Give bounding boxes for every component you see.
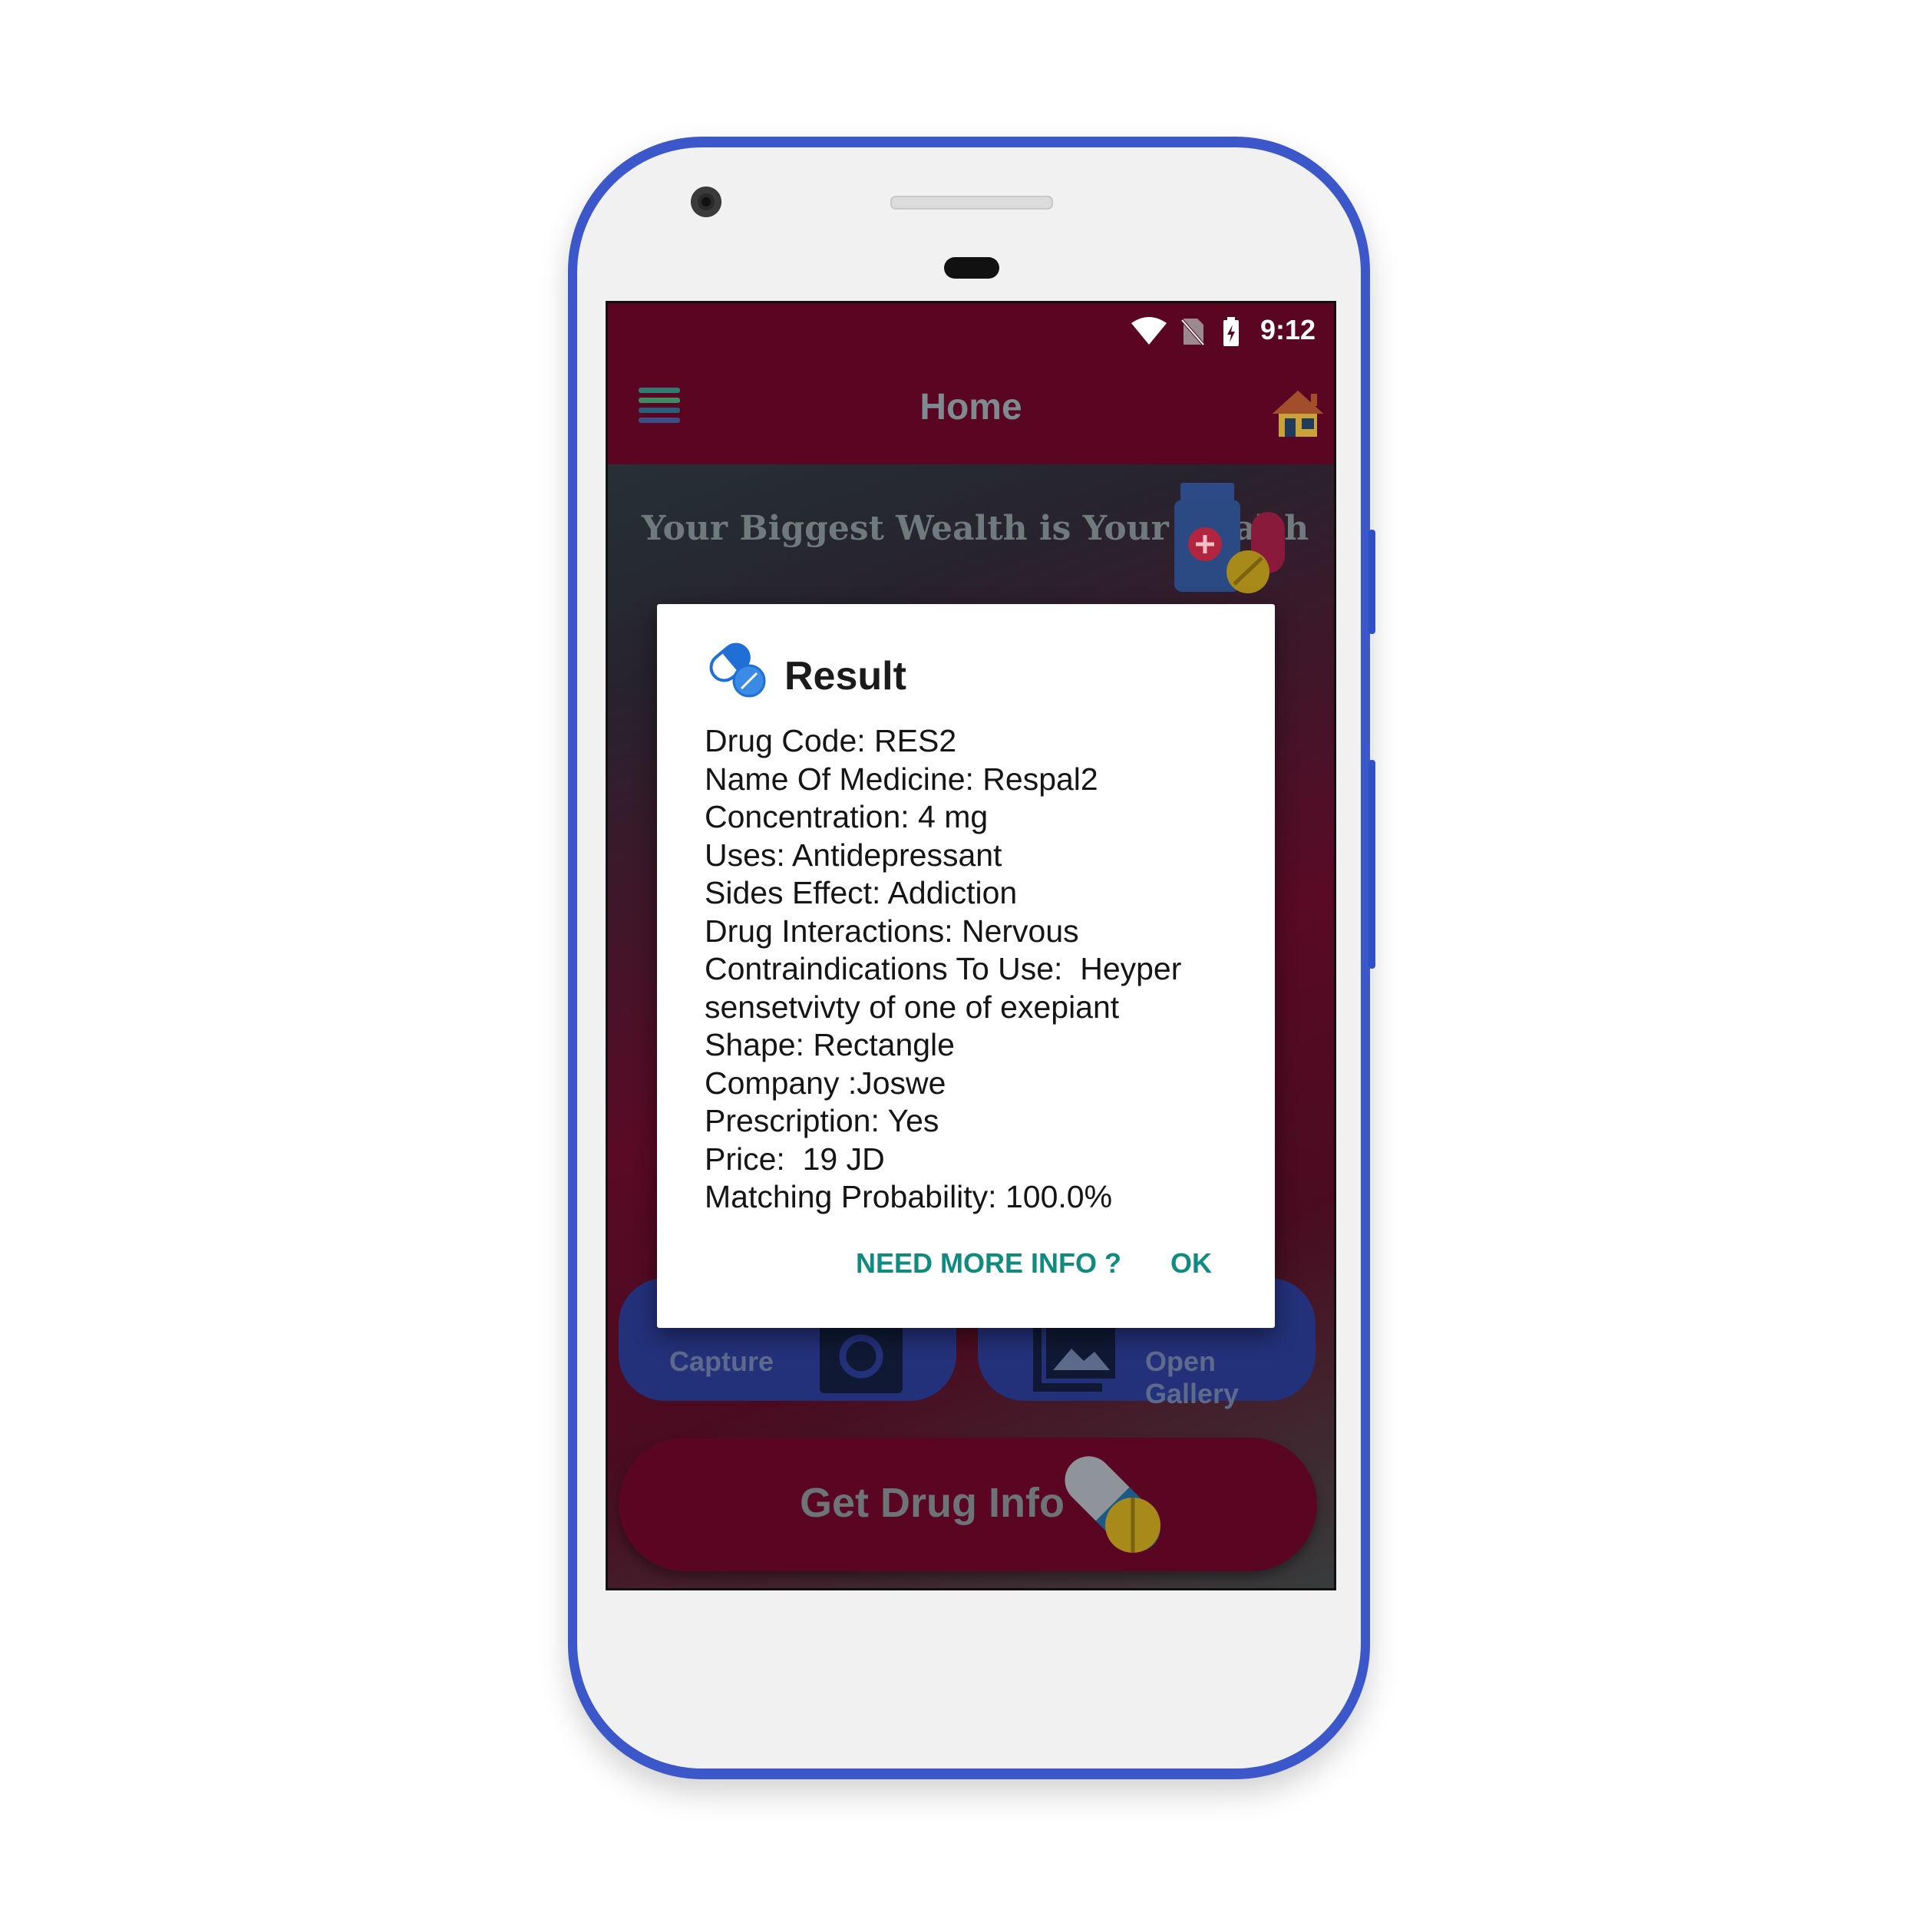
wifi-icon bbox=[1131, 317, 1167, 345]
medicine-name-line: Name Of Medicine: Respal2 bbox=[705, 761, 1098, 797]
drug-interactions-line: Drug Interactions: Nervous bbox=[705, 913, 1079, 949]
status-time: 9:12 bbox=[1259, 314, 1316, 345]
get-drug-info-label: Get Drug Info bbox=[800, 1480, 1065, 1526]
side-effect-line: Sides Effect: Addiction bbox=[705, 875, 1018, 910]
company-line: Company :Joswe bbox=[705, 1065, 946, 1101]
need-more-info-button[interactable]: NEED MORE INFO ? bbox=[856, 1247, 1121, 1280]
no-sim-icon bbox=[1180, 319, 1205, 346]
power-button bbox=[1368, 530, 1375, 634]
concentration-line: Concentration: 4 mg bbox=[705, 799, 989, 834]
status-bar: 9:12 bbox=[608, 303, 1334, 357]
contraindications-line-continued: sensetvivty of one of exepiant bbox=[705, 989, 1120, 1025]
earpiece-speaker bbox=[890, 196, 1053, 210]
open-gallery-label: Open Gallery bbox=[1145, 1346, 1240, 1409]
pills-icon bbox=[1065, 1456, 1160, 1553]
volume-button bbox=[1368, 760, 1375, 969]
proximity-sensor bbox=[944, 257, 999, 279]
app-title: Home bbox=[919, 387, 1022, 428]
phone-screen: 9:12 Home Your Biggest Wealth is Your He… bbox=[606, 301, 1336, 1590]
prescription-line: Prescription: Yes bbox=[705, 1103, 939, 1138]
drug-code-line: Drug Code: RES2 bbox=[705, 723, 957, 758]
capture-label: Capture bbox=[669, 1346, 774, 1377]
camera-icon bbox=[820, 1324, 903, 1393]
uses-line: Uses: Antidepressant bbox=[705, 837, 1002, 873]
battery-charging-icon bbox=[1223, 317, 1239, 346]
get-drug-info-button[interactable]: Get Drug Info bbox=[619, 1438, 1317, 1571]
dialog-message: Drug Code: RES2 Name Of Medicine: Respal… bbox=[705, 722, 1242, 1217]
matching-probability-line: Matching Probability: 100.0% bbox=[705, 1179, 1113, 1214]
ok-button[interactable]: OK bbox=[1170, 1247, 1212, 1280]
pills-icon bbox=[709, 642, 766, 698]
result-dialog: Result Drug Code: RES2 Name Of Medicine:… bbox=[657, 604, 1275, 1328]
medicine-bottle-icon bbox=[1174, 483, 1285, 593]
dialog-title: Result bbox=[784, 654, 906, 698]
app-bar: Home bbox=[608, 357, 1334, 464]
front-camera bbox=[691, 187, 721, 217]
price-line: Price: 19 JD bbox=[705, 1141, 885, 1177]
shape-line: Shape: Rectangle bbox=[705, 1027, 955, 1062]
home-icon[interactable] bbox=[1271, 386, 1325, 440]
contraindications-line: Contraindications To Use: Heyper bbox=[705, 951, 1182, 986]
dialog-actions: NEED MORE INFO ? OK bbox=[657, 1247, 1275, 1293]
